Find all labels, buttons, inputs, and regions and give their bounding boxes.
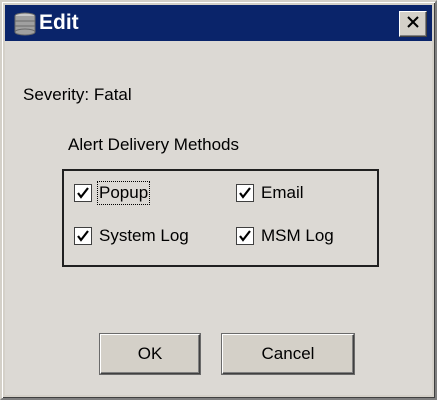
popup-label: Popup bbox=[96, 181, 151, 205]
edit-dialog: Edit Severity: Fatal Alert Delivery Meth… bbox=[0, 0, 437, 400]
close-icon bbox=[406, 15, 420, 34]
database-icon bbox=[14, 12, 36, 36]
ok-button[interactable]: OK bbox=[100, 334, 200, 374]
checkbox-box[interactable] bbox=[74, 227, 92, 245]
title-bar[interactable]: Edit bbox=[5, 5, 432, 41]
dialog-body: Severity: Fatal Alert Delivery Methods P… bbox=[5, 41, 432, 395]
msm-log-checkbox[interactable]: MSM Log bbox=[236, 226, 334, 246]
email-label: Email bbox=[261, 183, 304, 202]
checkmark-icon bbox=[239, 230, 251, 242]
checkbox-box[interactable] bbox=[236, 227, 254, 245]
severity-label: Severity: Fatal bbox=[23, 85, 132, 104]
alert-delivery-methods-group: Popup Email System Log MSM Log bbox=[62, 169, 379, 267]
system-log-checkbox[interactable]: System Log bbox=[74, 226, 189, 246]
alert-delivery-methods-title: Alert Delivery Methods bbox=[68, 135, 240, 154]
system-log-label: System Log bbox=[99, 226, 189, 245]
checkbox-box[interactable] bbox=[236, 184, 254, 202]
checkmark-icon bbox=[77, 230, 89, 242]
close-button[interactable] bbox=[399, 11, 427, 37]
popup-checkbox[interactable]: Popup bbox=[74, 181, 151, 205]
dialog-title: Edit bbox=[39, 11, 79, 34]
checkmark-icon bbox=[239, 187, 251, 199]
msm-log-label: MSM Log bbox=[261, 226, 334, 245]
email-checkbox[interactable]: Email bbox=[236, 183, 304, 203]
checkmark-icon bbox=[77, 187, 89, 199]
cancel-button[interactable]: Cancel bbox=[222, 334, 354, 374]
checkbox-box[interactable] bbox=[74, 184, 92, 202]
